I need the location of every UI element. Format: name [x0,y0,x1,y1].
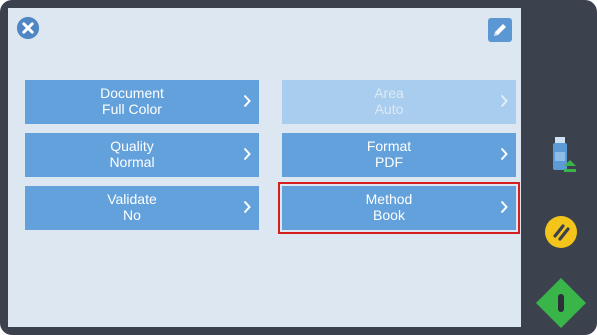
settings-panel: Document Full Color Area Auto Quality No… [8,8,521,327]
start-icon[interactable] [533,275,589,331]
tile-title: Format [366,138,412,154]
setting-area-tile: Area Auto [282,80,516,124]
chevron-right-icon [500,147,508,161]
tile-title: Area [374,85,404,101]
tile-value: Full Color [102,101,162,117]
chevron-right-icon [500,94,508,108]
tile-value: Normal [109,154,155,170]
setting-quality-tile[interactable]: Quality Normal [25,133,259,177]
setting-validate-tile[interactable]: Validate No [25,186,259,230]
tile-title: Quality [110,138,154,154]
tile-value: No [123,207,141,223]
close-icon[interactable] [17,17,39,39]
tile-value: Book [373,207,405,223]
chevron-right-icon [500,200,508,214]
pause-icon[interactable] [543,214,579,250]
setting-format-tile[interactable]: Format PDF [282,133,516,177]
tile-title: Method [365,191,413,207]
tile-value: PDF [375,154,403,170]
device-screen: Document Full Color Area Auto Quality No… [0,0,597,335]
tile-title: Document [100,85,164,101]
pencil-edit-icon[interactable] [488,18,512,42]
tile-title: Validate [107,191,157,207]
tile-value: Auto [374,101,404,117]
chevron-right-icon [243,147,251,161]
setting-document-tile[interactable]: Document Full Color [25,80,259,124]
setting-method-tile[interactable]: Method Book [278,182,520,234]
chevron-right-icon [243,94,251,108]
chevron-right-icon [243,200,251,214]
usb-drive-icon[interactable] [552,136,580,186]
